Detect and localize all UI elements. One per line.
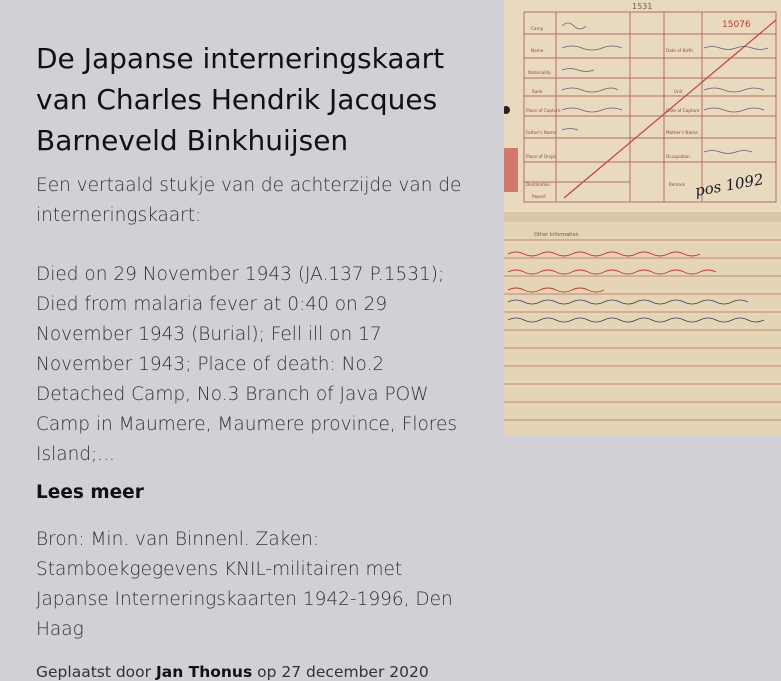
label-camp: Camp	[531, 26, 544, 31]
internment-card-illustration: 1531 15076 Camp Name Nationality Rank Pl…	[504, 0, 781, 436]
article-intro: Een vertaald stukje van de achterzijde v…	[36, 175, 462, 226]
label-rank: Rank	[532, 89, 543, 94]
label-date-birth: Date of Birth	[666, 48, 693, 53]
label-father: Father's Name	[526, 130, 557, 135]
read-more-link[interactable]: Lees meer	[36, 482, 476, 503]
date-prefix: op	[257, 663, 277, 681]
label-mother: Mother's Name	[666, 130, 698, 135]
card-top-number: 1531	[632, 2, 652, 11]
post-meta: Geplaatst door Jan Thonus op 27 december…	[36, 663, 476, 681]
label-place-capture: Place of Capture	[526, 108, 561, 113]
label-origin: Place of Origin	[526, 154, 557, 159]
card-code: 15076	[722, 20, 751, 30]
label-occupation: Occupation	[666, 154, 690, 159]
post-date: 27 december 2020	[281, 663, 429, 681]
label-date-capture: Date of Capture	[666, 108, 700, 113]
article: De Japanse interneringskaart van Charles…	[36, 38, 476, 681]
internment-card-image[interactable]: 1531 15076 Camp Name Nationality Rank Pl…	[504, 0, 781, 436]
label-unit: Unit	[674, 89, 683, 94]
label-remark: Remark	[669, 182, 686, 187]
label-name: Name	[531, 48, 544, 53]
label-destination: Destination	[526, 182, 550, 187]
label-report: Report	[532, 194, 546, 199]
posted-by-label: Geplaatst door	[36, 663, 152, 681]
article-excerpt: Died on 29 November 1943 (JA.137 P.1531)…	[36, 264, 458, 465]
label-nationality: Nationality	[528, 70, 551, 75]
author-name[interactable]: Jan Thonus	[156, 663, 252, 681]
article-title: De Japanse interneringskaart van Charles…	[36, 42, 445, 157]
article-source: Bron: Min. van Binnenl. Zaken: Stamboekg…	[36, 529, 453, 640]
label-other-info: Other Information	[534, 232, 579, 238]
